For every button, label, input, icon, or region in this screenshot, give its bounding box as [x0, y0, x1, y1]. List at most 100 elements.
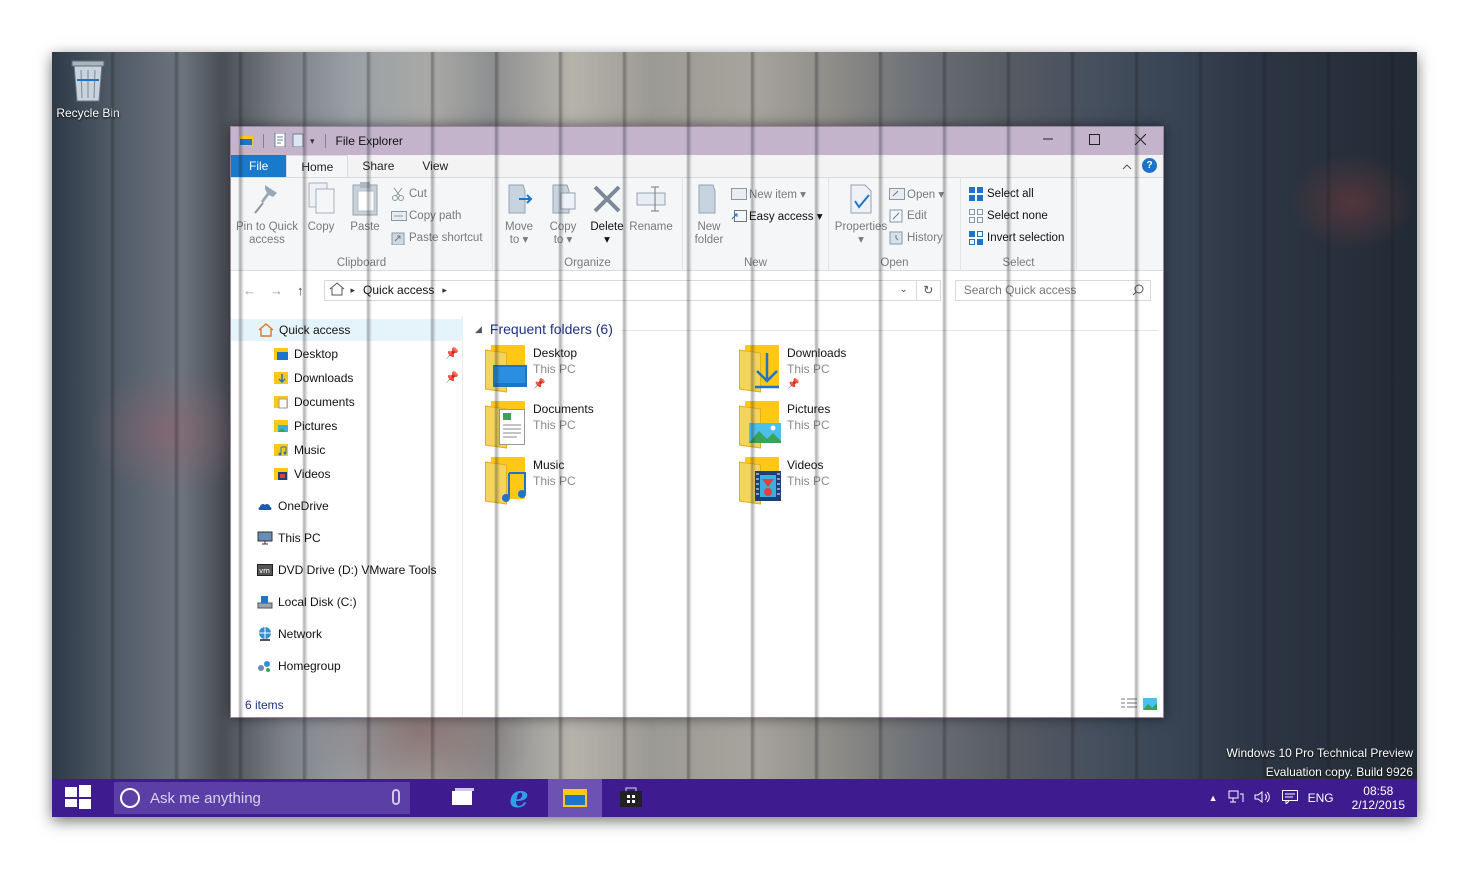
videos-folder-icon — [273, 466, 289, 482]
copy-button[interactable]: Copy — [299, 181, 343, 271]
maximize-button[interactable] — [1071, 127, 1117, 151]
music-folder-icon — [273, 442, 289, 458]
large-icons-view-icon[interactable] — [1143, 698, 1157, 713]
copy-path-button[interactable]: Copy path — [391, 207, 483, 225]
collapse-ribbon-icon[interactable] — [1122, 159, 1132, 173]
history-button[interactable]: History — [889, 229, 944, 247]
new-folder-icon — [693, 181, 725, 217]
select-group: Select all Select none Invert selection … — [961, 178, 1077, 271]
nav-pictures[interactable]: Pictures — [231, 415, 337, 437]
new-item-button[interactable]: New item ▾ — [731, 185, 823, 203]
copy-to-button[interactable]: Copy to ▾ — [541, 181, 585, 271]
organize-group: Move to ▾ Copy to ▾ Delete ▾ Rename Orga… — [493, 178, 683, 271]
chevron-right-icon[interactable]: ▸ — [442, 285, 447, 296]
window-title: File Explorer — [335, 134, 403, 148]
task-view-button[interactable] — [436, 779, 490, 817]
invert-selection-button[interactable]: Invert selection — [969, 229, 1064, 247]
nav-local-disk[interactable]: Local Disk (C:) — [231, 591, 357, 613]
nav-quick-access[interactable]: Quick access — [231, 319, 463, 341]
documents-folder-icon — [273, 394, 289, 410]
microphone-icon[interactable] — [392, 789, 400, 805]
volume-icon[interactable] — [1254, 790, 1272, 807]
move-to-button[interactable]: Move to ▾ — [497, 181, 541, 271]
open-group-label: Open — [880, 257, 909, 269]
clock[interactable]: 08:58 2/12/2015 — [1352, 784, 1405, 812]
open-button[interactable]: Open ▾ — [889, 185, 944, 203]
cut-button[interactable]: Cut — [391, 185, 483, 203]
nav-desktop[interactable]: Desktop 📌 — [231, 343, 463, 365]
quick-access-home-icon — [258, 322, 274, 338]
select-none-button[interactable]: Select none — [969, 207, 1064, 225]
network-status-icon[interactable] — [1228, 790, 1244, 807]
file-explorer-taskbar-button[interactable] — [548, 779, 602, 817]
internet-explorer-button[interactable]: e — [492, 779, 546, 817]
folder-tile-videos[interactable]: Videos This PC — [737, 457, 967, 507]
music-folder-icon — [483, 457, 529, 505]
start-button[interactable] — [52, 779, 104, 817]
nav-onedrive[interactable]: OneDrive — [231, 495, 329, 517]
store-button[interactable] — [604, 779, 658, 817]
new-item-icon — [731, 187, 747, 201]
minimize-button[interactable] — [1025, 127, 1071, 151]
nav-quick-access-label: Quick access — [279, 323, 351, 337]
breadcrumb-quick-access[interactable]: Quick access — [363, 283, 434, 297]
nav-this-pc[interactable]: This PC — [231, 527, 321, 549]
address-history-dropdown-icon[interactable]: ⌄ — [899, 284, 907, 295]
new-folder-qat-icon[interactable] — [292, 133, 304, 150]
pin-to-quick-access-button[interactable]: Pin to Quick access — [235, 181, 299, 271]
tab-share[interactable]: Share — [348, 155, 408, 177]
recycle-bin[interactable]: Recycle Bin — [56, 58, 120, 120]
show-hidden-icons-icon[interactable]: ▲ — [1209, 793, 1218, 803]
properties-qat-icon[interactable] — [274, 132, 286, 150]
rename-icon — [635, 181, 667, 217]
frequent-folders-header[interactable]: ◢ Frequent folders (6) — [475, 321, 1159, 337]
action-center-icon[interactable] — [1281, 789, 1298, 807]
refresh-icon: ↻ — [923, 283, 934, 297]
select-all-button[interactable]: Select all — [969, 185, 1064, 203]
clipboard-small-actions: Cut Copy path Paste shortcut — [391, 181, 483, 271]
nav-network[interactable]: Network — [231, 623, 322, 645]
cortana-search-box[interactable]: Ask me anything — [114, 782, 410, 814]
delete-button[interactable]: Delete ▾ — [585, 181, 629, 271]
input-language[interactable]: ENG — [1308, 791, 1334, 805]
nav-videos[interactable]: Videos — [231, 463, 330, 485]
paste-button[interactable]: Paste — [343, 181, 387, 271]
paste-shortcut-button[interactable]: Paste shortcut — [391, 229, 483, 247]
details-view-icon[interactable] — [1121, 698, 1137, 713]
select-none-label: Select none — [987, 210, 1048, 222]
refresh-button[interactable]: ↻ — [915, 280, 940, 300]
tab-view[interactable]: View — [408, 155, 462, 177]
back-arrow-icon[interactable]: ← — [243, 283, 256, 298]
address-box[interactable]: ▸ Quick access ▸ ⌄ ↻ — [323, 279, 941, 301]
edit-button[interactable]: Edit — [889, 207, 944, 225]
forward-arrow-icon[interactable]: → — [270, 283, 283, 298]
rename-button[interactable]: Rename — [629, 181, 673, 271]
qat-dropdown-icon[interactable]: ▾ — [310, 136, 315, 147]
easy-access-button[interactable]: Easy access ▾ — [731, 207, 823, 225]
new-group: New folder New item ▾ Easy access ▾ New — [683, 178, 829, 271]
nav-homegroup[interactable]: Homegroup — [231, 655, 341, 677]
folder-tile-downloads[interactable]: Downloads This PC 📌 — [737, 345, 967, 395]
folder-tile-music[interactable]: Music This PC — [483, 457, 713, 507]
search-box[interactable]: Search Quick access — [954, 279, 1151, 301]
chevron-right-icon[interactable]: ▸ — [351, 285, 356, 296]
nav-music[interactable]: Music — [231, 439, 325, 461]
nav-dvd-drive[interactable]: vm DVD Drive (D:) VMware Tools — [231, 559, 436, 581]
properties-button[interactable]: Properties ▾ — [833, 181, 889, 271]
folder-tile-documents[interactable]: Documents This PC — [483, 401, 713, 451]
new-folder-button[interactable]: New folder — [687, 181, 731, 271]
tab-file[interactable]: File — [231, 155, 287, 177]
folder-tile-desktop[interactable]: Desktop This PC 📌 — [483, 345, 713, 395]
tab-home[interactable]: Home — [286, 155, 349, 177]
edit-icon — [889, 209, 903, 223]
folder-tile-pictures[interactable]: Pictures This PC — [737, 401, 967, 451]
ribbon-right-controls: ? — [1122, 158, 1157, 173]
up-arrow-icon[interactable]: ↑ — [297, 283, 304, 298]
help-icon[interactable]: ? — [1142, 158, 1157, 173]
nav-downloads[interactable]: Downloads 📌 — [231, 367, 463, 389]
recycle-bin-label: Recycle Bin — [56, 106, 120, 120]
close-button[interactable] — [1117, 127, 1163, 151]
nav-documents[interactable]: Documents — [231, 391, 355, 413]
system-tray: ▲ ENG 08:58 2/12/2015 — [1209, 779, 1417, 817]
frequent-folders-title: Frequent folders (6) — [489, 321, 613, 337]
